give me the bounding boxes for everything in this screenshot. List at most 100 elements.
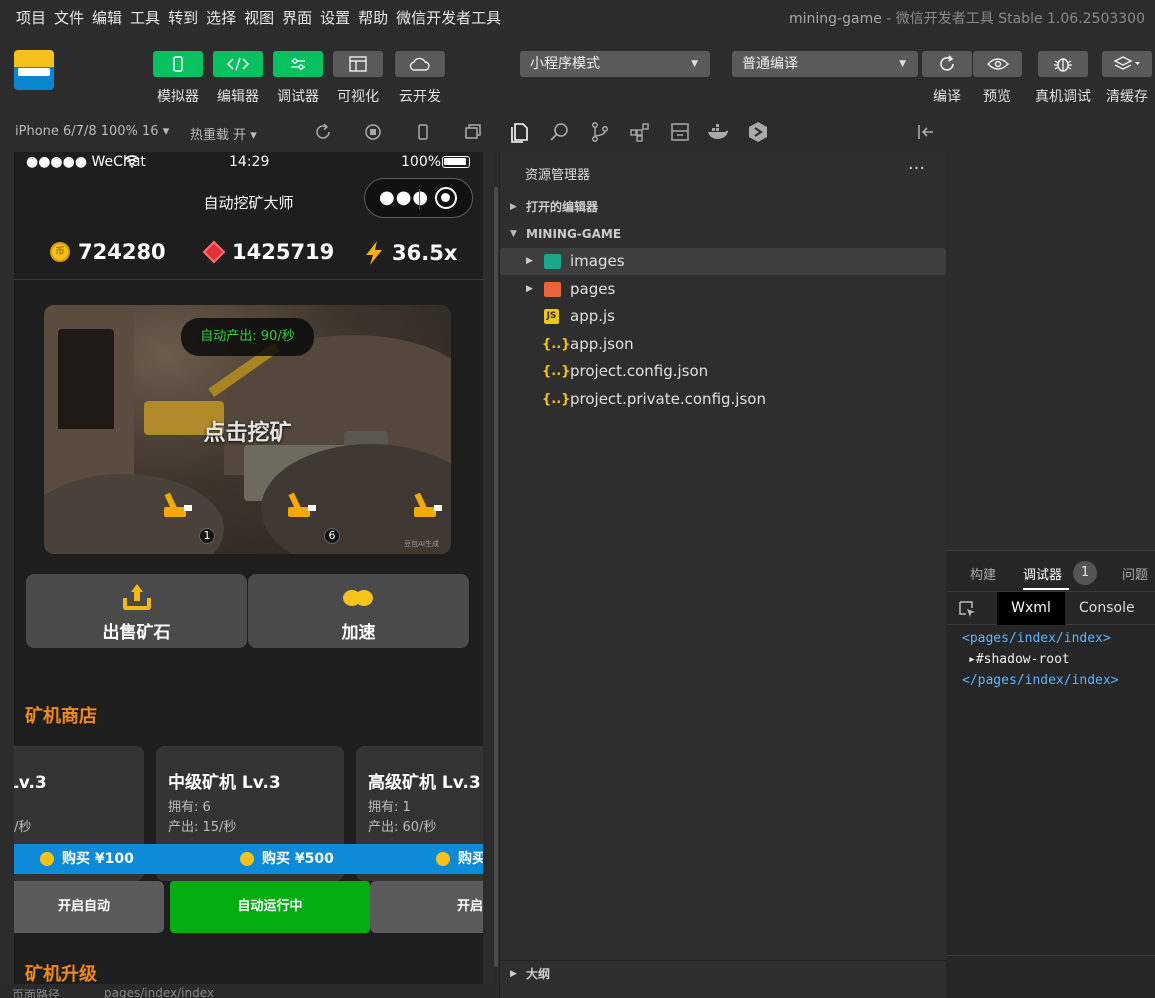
compile-button[interactable] [922, 51, 972, 77]
sell-ore-button[interactable]: 出售矿石 [26, 574, 247, 648]
code-icon [227, 57, 249, 71]
tab-wxml[interactable]: Wxml [997, 592, 1065, 625]
chevron-right-icon: ▶ [526, 256, 533, 266]
lightning-icon [366, 241, 382, 265]
activity-bar [499, 112, 945, 152]
source-control-icon[interactable] [589, 121, 611, 143]
device-select[interactable]: iPhone 6/7/8 100% 16 ▾ [15, 124, 169, 139]
mining-scene[interactable]: 自动产出: 90/秒 点击挖矿 1 6 豆包AI生成 [44, 305, 451, 554]
layers-icon [1113, 56, 1140, 70]
chevron-right-icon: ▶ [526, 284, 533, 294]
images-folder-icon [544, 254, 561, 269]
plugin-icon[interactable] [747, 121, 769, 143]
tree-item-app-json[interactable]: {..} app.json [500, 331, 946, 358]
file-name: project.config.json [570, 362, 709, 380]
simulator-label: 模拟器 [157, 89, 199, 105]
menu-bar: 项目 文件 编辑 工具 转到 选择 视图 界面 设置 帮助 微信开发者工具 mi… [0, 0, 1155, 34]
wxml-shadow-root[interactable]: ▸#shadow-root [968, 652, 1070, 667]
coin-icon [40, 852, 54, 866]
tree-item-project-config[interactable]: {..} project.config.json [500, 358, 946, 385]
window-title-sep: - [881, 11, 896, 27]
more-icon[interactable]: ··· [908, 158, 925, 179]
debugger-label: 调试器 [277, 89, 319, 105]
compile-select[interactable]: 普通编译 ▼ [732, 51, 918, 77]
wxml-close-tag[interactable]: </pages/index/index> [962, 673, 1119, 688]
machine-name: 高级矿机 Lv.3 [368, 773, 481, 793]
buy-button[interactable]: 购买 ¥500 [240, 844, 334, 874]
tree-item-app-js[interactable]: JS app.js [500, 303, 946, 330]
menu-wechat-devtools[interactable]: 微信开发者工具 [380, 7, 501, 28]
buy-button[interactable]: 购买 ¥100 [40, 844, 134, 874]
speed-icon [343, 590, 375, 606]
mode-select[interactable]: 小程序模式 ▼ [520, 51, 710, 77]
panel-divider [946, 955, 1155, 956]
preview-button[interactable] [973, 51, 1022, 77]
chevron-down-icon: ▼ [510, 229, 517, 239]
search-icon[interactable] [549, 121, 571, 143]
coin-stat: 币 724280 [50, 240, 166, 264]
stop-icon[interactable] [364, 123, 382, 141]
buy-button[interactable]: 购买 [436, 844, 483, 874]
auto-toggle-button[interactable]: 开启自动 [14, 881, 164, 933]
capsule-divider [419, 189, 420, 209]
tab-build[interactable]: 构建 [970, 564, 996, 583]
scrollbar-thumb[interactable] [494, 187, 498, 967]
visual-button[interactable] [333, 51, 383, 77]
outline-section[interactable]: ▶ 大纲 [500, 960, 946, 987]
rotate-icon[interactable] [314, 123, 332, 141]
hot-reload-select[interactable]: 热重载 开 ▾ [190, 124, 257, 143]
clear-cache-button[interactable] [1102, 51, 1152, 77]
file-name: app.js [570, 307, 615, 325]
tree-item-images[interactable]: ▶ images [500, 248, 946, 275]
close-miniprogram-icon[interactable] [435, 187, 457, 209]
upload-icon [123, 584, 151, 610]
simulator-scrollbar[interactable] [494, 152, 498, 998]
auto-running-button[interactable]: 自动运行中 [170, 881, 370, 933]
element-picker-icon[interactable] [958, 600, 976, 618]
coin-icon [436, 852, 450, 866]
cloud-label: 云开发 [399, 89, 441, 105]
collapse-panel-icon[interactable] [915, 121, 937, 143]
machine-count-badge: 1 [199, 528, 215, 544]
status-time: 14:29 [229, 154, 270, 170]
project-logo-icon[interactable] [14, 50, 54, 90]
more-icon[interactable]: ●●● [379, 187, 429, 208]
tree-item-project-private-config[interactable]: {..} project.private.config.json [500, 386, 946, 413]
tree-item-pages[interactable]: ▶ pages [500, 276, 946, 303]
debugger-count-badge: 1 [1073, 561, 1097, 585]
files-icon[interactable] [509, 121, 531, 143]
upgrade-section-title: 矿机升级 [25, 964, 97, 985]
outline-label: 大纲 [526, 967, 551, 981]
buy-row: 购买 ¥100 购买 ¥500 购买 [14, 844, 483, 874]
cloud-icon [409, 57, 430, 71]
speed-up-button[interactable]: 加速 [248, 574, 469, 648]
machine-owned: 拥有: 1 [368, 800, 411, 815]
window-title-app: 微信开发者工具 Stable 1.06.2503300 [895, 11, 1145, 27]
battery-icon [442, 156, 470, 168]
machine-output: 产出: 15/秒 [168, 820, 237, 835]
project-section[interactable]: ▼ MINING-GAME [500, 221, 946, 248]
wxml-open-tag[interactable]: <pages/index/index> [962, 631, 1111, 646]
open-editors-section[interactable]: ▶ 打开的编辑器 [500, 194, 946, 221]
simulator-toolbar: iPhone 6/7/8 100% 16 ▾ 热重载 开 ▾ [0, 112, 497, 152]
simulator-button[interactable] [153, 51, 203, 77]
devtools-subtabs: Wxml Console [946, 591, 1155, 625]
machine-name: 中级矿机 Lv.3 [168, 773, 281, 793]
auto-toggle-button[interactable]: 开启 [370, 881, 483, 933]
tab-debugger[interactable]: 调试器 [1023, 564, 1062, 583]
docker-icon[interactable] [707, 121, 729, 143]
chevron-right-icon: ▶ [510, 202, 517, 212]
editor-button[interactable] [213, 51, 263, 77]
buy-label: 购买 [458, 851, 483, 867]
real-debug-button[interactable] [1038, 51, 1088, 77]
gem-icon [202, 240, 226, 264]
storage-icon[interactable] [669, 121, 691, 143]
tab-console[interactable]: Console [1079, 600, 1135, 616]
extensions-icon[interactable] [629, 121, 651, 143]
tab-issues[interactable]: 问题 [1122, 564, 1148, 583]
debugger-button[interactable] [273, 51, 323, 77]
window-icon[interactable] [464, 123, 482, 141]
phone-icon[interactable] [414, 123, 432, 141]
cloud-button[interactable] [395, 51, 445, 77]
capsule-menu[interactable]: ●●● [364, 178, 473, 218]
